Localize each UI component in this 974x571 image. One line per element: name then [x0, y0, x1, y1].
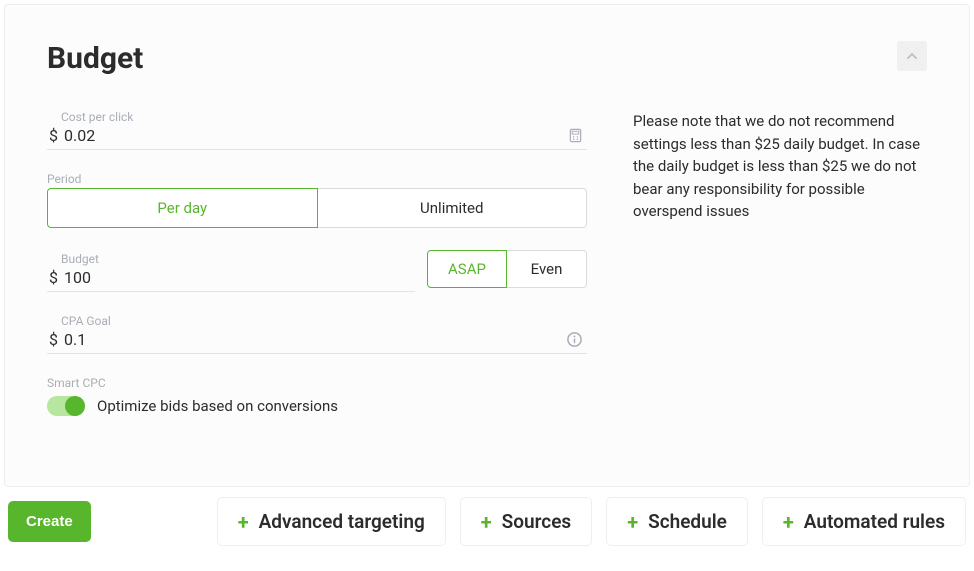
sources-label: Sources — [502, 510, 572, 533]
budget-field: Budget $ ASAP Even — [47, 250, 587, 292]
distribution-asap-button[interactable]: ASAP — [427, 250, 507, 288]
period-label: Period — [47, 172, 587, 186]
budget-input-row[interactable]: $ — [47, 268, 415, 292]
automated-rules-button[interactable]: + Automated rules — [762, 497, 966, 546]
smart-cpc-toggle[interactable] — [47, 396, 85, 416]
cpc-label: Cost per click — [47, 110, 587, 124]
period-segmented-control: Per day Unlimited — [47, 188, 587, 228]
budget-input[interactable] — [64, 268, 415, 287]
calculator-icon[interactable] — [568, 128, 583, 143]
plus-icon: + — [238, 512, 249, 532]
automated-rules-label: Automated rules — [804, 510, 945, 533]
period-per-day-button[interactable]: Per day — [47, 188, 318, 228]
cpa-label: CPA Goal — [47, 314, 587, 328]
plus-icon: + — [481, 512, 492, 532]
budget-panel: Budget Cost per click $ — [4, 4, 970, 487]
schedule-label: Schedule — [648, 510, 727, 533]
currency-prefix: $ — [47, 268, 58, 287]
advanced-targeting-button[interactable]: + Advanced targeting — [217, 497, 446, 546]
info-icon[interactable] — [566, 331, 583, 348]
schedule-button[interactable]: + Schedule — [606, 497, 748, 546]
distribution-segmented-control: ASAP Even — [427, 250, 587, 288]
cpa-input[interactable] — [64, 330, 560, 349]
budget-note: Please note that we do not recommend set… — [633, 110, 927, 438]
sources-button[interactable]: + Sources — [460, 497, 592, 546]
cpa-field: CPA Goal $ — [47, 314, 587, 354]
budget-label: Budget — [47, 252, 415, 266]
plus-icon: + — [627, 512, 638, 532]
create-button[interactable]: Create — [8, 501, 91, 542]
smart-cpc-description: Optimize bids based on conversions — [97, 397, 338, 415]
advanced-targeting-label: Advanced targeting — [259, 510, 425, 533]
currency-prefix: $ — [47, 126, 58, 145]
panel-title: Budget — [47, 41, 143, 76]
smart-cpc-label: Smart CPC — [47, 376, 587, 390]
currency-prefix: $ — [47, 330, 58, 349]
footer-bar: Create + Advanced targeting + Sources + … — [0, 497, 974, 546]
period-field: Period Per day Unlimited — [47, 172, 587, 228]
collapse-button[interactable] — [897, 41, 927, 71]
cpc-input-row[interactable]: $ — [47, 126, 587, 150]
smart-cpc-field: Smart CPC Optimize bids based on convers… — [47, 376, 587, 416]
cpc-input[interactable] — [64, 126, 562, 145]
toggle-knob — [65, 396, 85, 416]
plus-icon: + — [783, 512, 794, 532]
chevron-up-icon — [906, 47, 918, 66]
distribution-even-button[interactable]: Even — [507, 250, 587, 288]
cpc-field: Cost per click $ — [47, 110, 587, 150]
cpa-input-row[interactable]: $ — [47, 330, 587, 354]
period-unlimited-button[interactable]: Unlimited — [318, 188, 588, 228]
